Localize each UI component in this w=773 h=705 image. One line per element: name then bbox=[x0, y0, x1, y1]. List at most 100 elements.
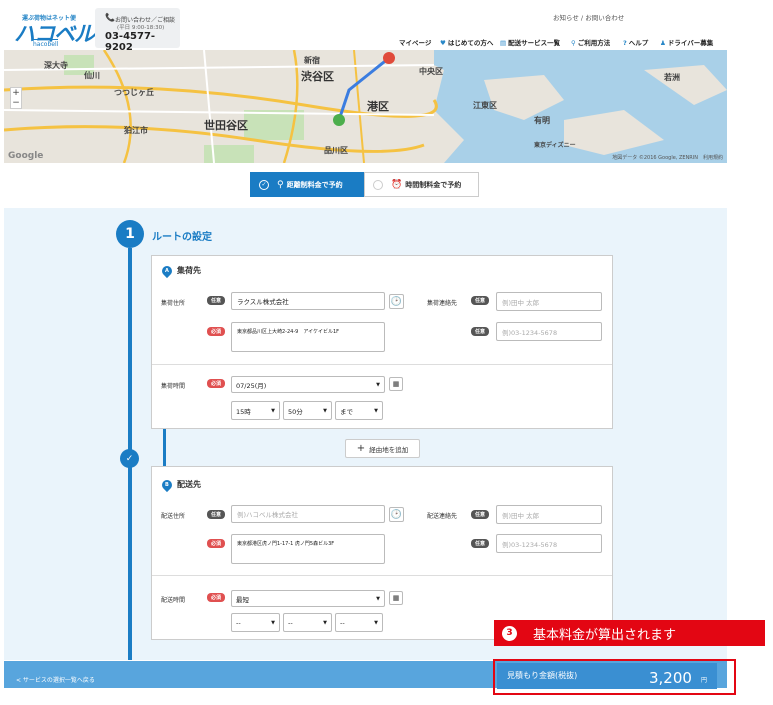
map-label-ariake: 有明 bbox=[534, 116, 550, 125]
via-connector-line bbox=[163, 429, 166, 466]
delivery-address-label: 配送住所 bbox=[161, 513, 186, 520]
map-label-shibuya: 渋谷区 bbox=[301, 70, 334, 83]
optional-badge: 任意 bbox=[471, 327, 489, 336]
pickup-address-label: 集荷住所 bbox=[161, 300, 186, 307]
optional-badge: 任意 bbox=[471, 296, 489, 305]
required-badge: 必須 bbox=[207, 327, 225, 336]
history-clock-icon[interactable]: 🕑 bbox=[389, 294, 404, 309]
pin-b-icon: B bbox=[159, 477, 175, 492]
callout-number: 3 bbox=[502, 625, 517, 641]
google-logo: Google bbox=[8, 151, 44, 161]
pickup-header: A 集荷先 bbox=[159, 263, 201, 278]
delivery-contact-phone-input[interactable]: 例)03-1234-5678 bbox=[496, 534, 602, 553]
history-clock-icon[interactable]: 🕑 bbox=[389, 507, 404, 522]
delivery-until-select[interactable]: -- ▼ bbox=[335, 613, 383, 632]
nav-usage[interactable]: ⚲ ご利用方法 bbox=[571, 37, 610, 47]
optional-badge: 任意 bbox=[471, 539, 489, 548]
nav-beginner[interactable]: ♥ はじめての方へ bbox=[440, 37, 493, 47]
contact-box: 📞 お問い合わせ／ご相談 (平日 9:00-18:30) 03-4577-920… bbox=[95, 8, 180, 53]
top-links[interactable]: お知らせ / お問い合わせ bbox=[553, 12, 624, 22]
map-label-jindaiji: 深大寺 bbox=[44, 61, 68, 70]
estimate-panel: 見積もり金額(税抜) 3,200 円 bbox=[497, 663, 717, 689]
back-link[interactable]: < サービスの選択一覧へ戻る bbox=[16, 675, 95, 684]
check-circle-icon: ✓ bbox=[259, 179, 269, 190]
delivery-minute-select[interactable]: -- ▼ bbox=[283, 613, 332, 632]
alarm-clock-icon: ⏰ bbox=[391, 179, 403, 190]
dropdown-arrow-icon: ▼ bbox=[271, 619, 275, 626]
estimate-price: 3,200 bbox=[649, 669, 692, 687]
pickup-until-select[interactable]: まで ▼ bbox=[335, 401, 383, 420]
map-graphic bbox=[4, 50, 727, 163]
pickup-name-input[interactable]: ラクスル株式会社 bbox=[231, 292, 385, 310]
delivery-hour-select[interactable]: -- ▼ bbox=[231, 613, 280, 632]
map-label-minato: 港区 bbox=[367, 100, 389, 113]
optional-badge: 任意 bbox=[471, 510, 489, 519]
annotation-callout: 3 基本料金が算出されます bbox=[494, 620, 765, 646]
delivery-contact-name-input[interactable]: 例)田中 太郎 bbox=[496, 505, 602, 524]
pickup-contact-phone-input[interactable]: 例)03-1234-5678 bbox=[496, 322, 602, 341]
calendar-icon[interactable]: ▦ bbox=[389, 377, 403, 391]
nav-mypage[interactable]: マイページ bbox=[399, 37, 431, 47]
delivery-contact-label: 配送連絡先 bbox=[427, 513, 458, 520]
route-map[interactable]: 渋谷区 港区 世田谷区 中央区 江東区 狛江市 深大寺 仙川 つつじヶ丘 新宿 … bbox=[4, 50, 727, 163]
pickup-address-textarea[interactable]: 東京都品川区上大崎2-24-9 アイケイビル1F bbox=[231, 322, 385, 352]
nav-driver[interactable]: ♟ ドライバー募集 bbox=[660, 37, 713, 47]
zoom-out-button[interactable]: − bbox=[11, 98, 21, 108]
pickup-hour-select[interactable]: 15時 ▼ bbox=[231, 401, 280, 420]
dropdown-arrow-icon: ▼ bbox=[271, 407, 275, 414]
nav-help[interactable]: ? ヘルプ bbox=[623, 37, 648, 47]
contact-hours: (平日 9:00-18:30) bbox=[117, 25, 165, 31]
pickup-contact-name-input[interactable]: 例)田中 太郎 bbox=[496, 292, 602, 311]
step-number: 1 bbox=[116, 220, 144, 248]
pickup-time-label: 集荷時間 bbox=[161, 383, 186, 390]
map-label-tsutsujigaoka: つつじヶ丘 bbox=[114, 88, 154, 97]
add-via-button[interactable]: + 経由地を追加 bbox=[345, 439, 420, 458]
check-icon: ✓ bbox=[120, 449, 139, 468]
divider bbox=[152, 364, 612, 365]
map-label-chuo: 中央区 bbox=[419, 67, 443, 76]
radio-circle-icon bbox=[373, 179, 383, 190]
delivery-date-select[interactable]: 最短 ▼ bbox=[231, 590, 385, 607]
estimate-box: 見積もり金額(税抜) 3,200 円 bbox=[493, 659, 736, 695]
person-icon: ♟ bbox=[660, 39, 666, 47]
dropdown-arrow-icon: ▼ bbox=[374, 619, 378, 626]
pickup-date-select[interactable]: 07/25(月) ▼ bbox=[231, 376, 385, 393]
optional-badge: 任意 bbox=[207, 510, 225, 519]
zoom-control[interactable]: + − bbox=[10, 87, 22, 109]
callout-text: 基本料金が算出されます bbox=[533, 627, 677, 643]
step-title: ルートの設定 bbox=[152, 232, 212, 243]
map-label-komae: 狛江市 bbox=[124, 126, 148, 135]
pin-a-icon: A bbox=[159, 263, 175, 278]
dropdown-arrow-icon: ▼ bbox=[376, 595, 380, 602]
map-label-disney: 東京ディズニー bbox=[534, 142, 576, 149]
tab-time-pricing[interactable]: ⏰ 時間制料金で予約 bbox=[364, 172, 479, 197]
required-badge: 必須 bbox=[207, 539, 225, 548]
calendar-icon[interactable]: ▦ bbox=[389, 591, 403, 605]
dropdown-arrow-icon: ▼ bbox=[323, 407, 327, 414]
delivery-header: B 配送先 bbox=[159, 477, 201, 492]
plus-icon: + bbox=[356, 443, 366, 454]
delivery-address-textarea[interactable]: 東京都港区虎ノ門1-17-1 虎ノ門5森ビル3F bbox=[231, 534, 385, 564]
route-icon: ⚲ bbox=[277, 179, 284, 190]
delivery-name-input[interactable]: 例)ハコベル株式会社 bbox=[231, 505, 385, 523]
pickup-minute-select[interactable]: 50分 ▼ bbox=[283, 401, 332, 420]
delivery-time-label: 配送時間 bbox=[161, 597, 186, 604]
divider bbox=[152, 575, 612, 576]
nav-service-list[interactable]: ▤ 配送サービス一覧 bbox=[500, 37, 560, 47]
help-icon: ? bbox=[623, 39, 627, 47]
currency-unit: 円 bbox=[701, 677, 708, 684]
map-copyright[interactable]: 地図データ ©2016 Google, ZENRIN 利用規約 bbox=[612, 154, 723, 161]
tab-distance-pricing[interactable]: ✓ ⚲ 距離制料金で予約 bbox=[250, 172, 364, 197]
logo-subtext: hacobell bbox=[33, 39, 59, 48]
map-label-shinjuku: 新宿 bbox=[304, 56, 320, 65]
dropdown-arrow-icon: ▼ bbox=[376, 381, 380, 388]
required-badge: 必須 bbox=[207, 593, 225, 602]
beginner-icon: ♥ bbox=[440, 39, 446, 47]
dropdown-arrow-icon: ▼ bbox=[323, 619, 327, 626]
zoom-in-button[interactable]: + bbox=[11, 88, 21, 98]
optional-badge: 任意 bbox=[207, 296, 225, 305]
required-badge: 必須 bbox=[207, 379, 225, 388]
dropdown-arrow-icon: ▼ bbox=[374, 407, 378, 414]
map-label-setagaya: 世田谷区 bbox=[204, 119, 248, 132]
map-label-koto: 江東区 bbox=[473, 101, 497, 110]
